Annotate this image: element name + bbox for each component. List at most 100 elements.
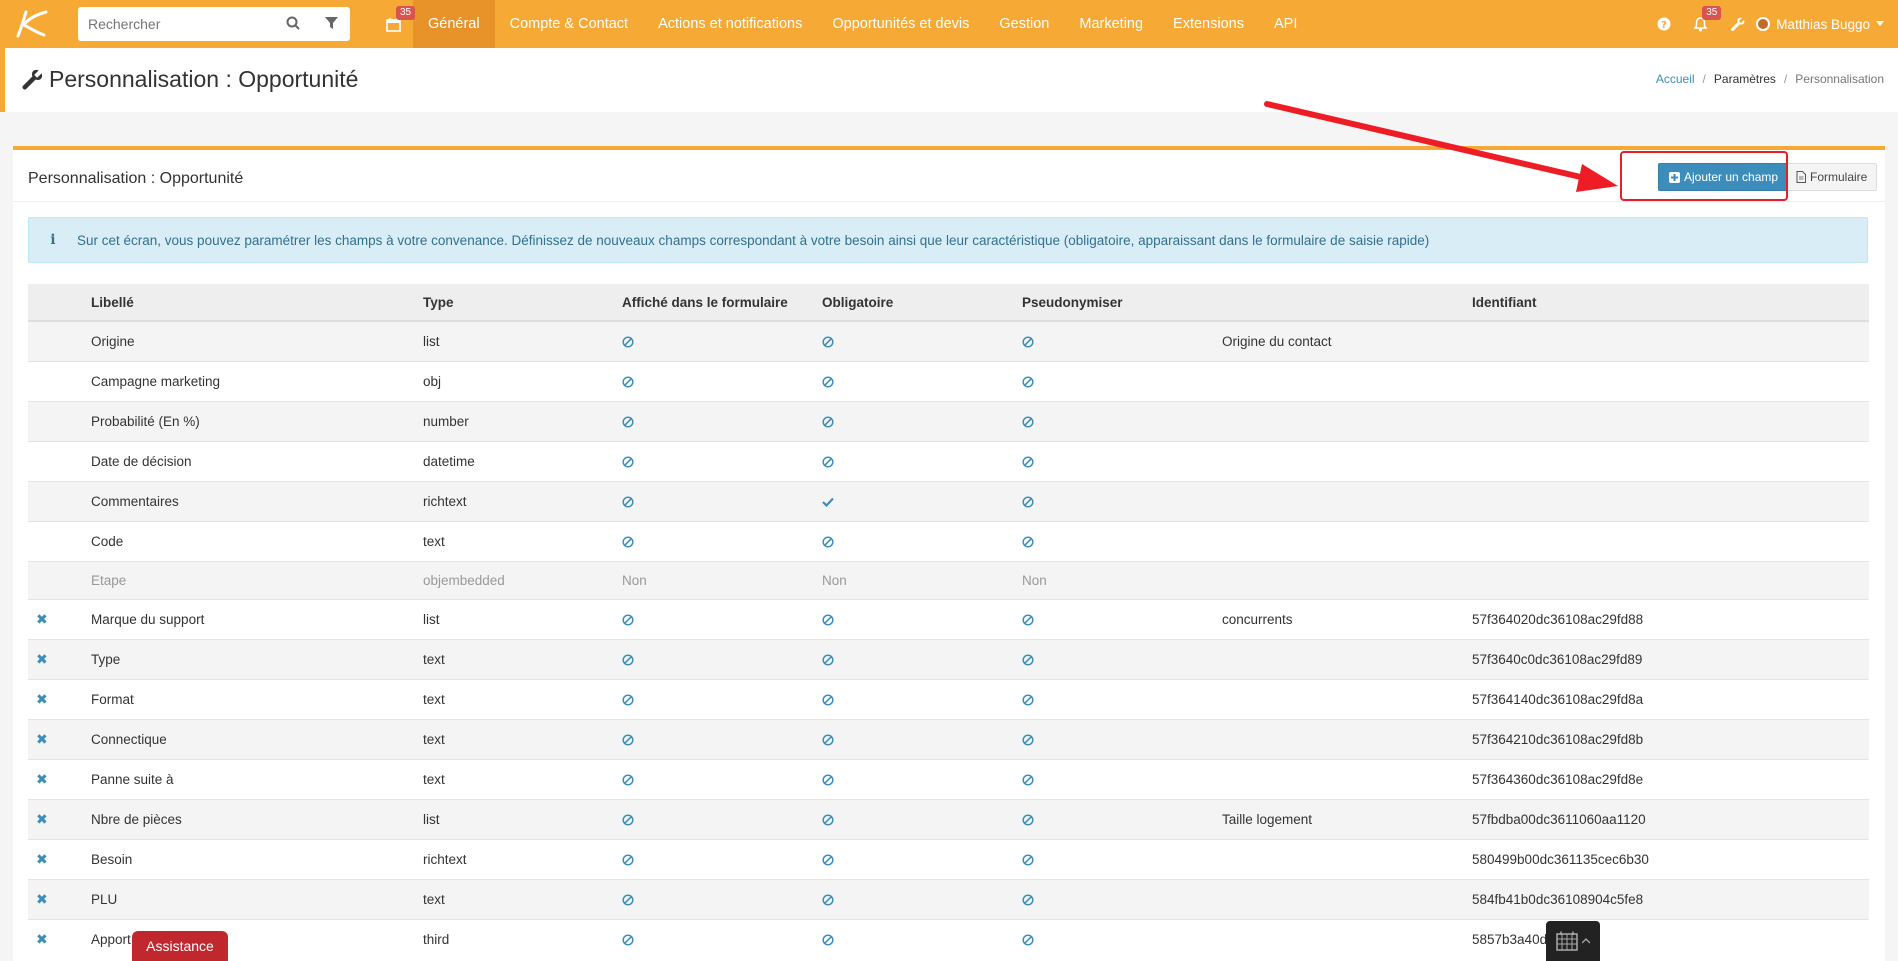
pseudo-flag[interactable] [1022,638,1222,679]
nav-gestion[interactable]: Gestion [984,0,1064,48]
required-flag[interactable] [822,598,1022,639]
form-flag[interactable] [622,480,822,521]
field-label[interactable]: Connectique [91,718,423,759]
field-label[interactable]: Marque du support [91,598,423,639]
delete-cell[interactable]: ✖ [28,638,91,679]
delete-icon[interactable]: ✖ [36,891,48,907]
form-flag[interactable] [622,878,822,919]
nav-actions-notifications[interactable]: Actions et notifications [643,0,817,48]
pseudo-flag[interactable] [1022,360,1222,401]
pseudo-flag[interactable] [1022,440,1222,481]
delete-icon[interactable]: ✖ [36,691,48,707]
nav-api[interactable]: API [1259,0,1312,48]
search-input[interactable] [88,16,278,32]
pseudo-flag[interactable] [1022,918,1222,959]
field-label[interactable]: Type [91,638,423,679]
required-flag[interactable] [822,758,1022,799]
required-flag[interactable] [822,838,1022,879]
form-flag[interactable] [622,320,822,361]
delete-cell [28,480,91,521]
required-flag[interactable] [822,918,1022,959]
search-icon[interactable] [286,16,300,33]
required-flag[interactable] [822,400,1022,441]
form-flag[interactable] [622,598,822,639]
calendar-button[interactable]: 35 [370,0,416,48]
table-row: Probabilité (En %) number [28,400,1869,441]
delete-cell[interactable]: ✖ [28,798,91,839]
pseudo-flag[interactable] [1022,838,1222,879]
field-label[interactable]: Format [91,678,423,719]
assistance-button[interactable]: Assistance [132,931,228,961]
help-button[interactable]: ? [1646,0,1682,48]
required-flag[interactable] [822,638,1022,679]
nav-marketing[interactable]: Marketing [1064,0,1158,48]
delete-icon[interactable]: ✖ [36,771,48,787]
delete-cell[interactable]: ✖ [28,878,91,919]
field-label[interactable]: PLU [91,878,423,919]
pseudo-flag[interactable] [1022,400,1222,441]
field-label[interactable]: Besoin [91,838,423,879]
user-menu[interactable]: Matthias Buggo [1756,17,1898,32]
field-label[interactable]: Nbre de pièces [91,798,423,839]
app-logo[interactable] [0,0,60,48]
pseudo-flag[interactable] [1022,758,1222,799]
pseudo-flag[interactable] [1022,678,1222,719]
required-flag[interactable] [822,320,1022,361]
floating-calendar-button[interactable] [1546,921,1600,961]
delete-cell[interactable]: ✖ [28,718,91,759]
form-flag[interactable] [622,638,822,679]
form-flag[interactable] [622,758,822,799]
delete-icon[interactable]: ✖ [36,931,48,947]
pseudo-flag[interactable] [1022,798,1222,839]
form-flag[interactable] [622,520,822,561]
pseudo-flag[interactable] [1022,520,1222,561]
required-flag[interactable] [822,440,1022,481]
ban-icon [1022,494,1034,509]
delete-cell[interactable]: ✖ [28,918,91,959]
nav-general[interactable]: Général [413,0,495,48]
form-flag[interactable] [622,400,822,441]
notifications-button[interactable]: 35 [1682,0,1722,48]
form-flag[interactable] [622,360,822,401]
pseudo-flag[interactable] [1022,480,1222,521]
breadcrumb-home[interactable]: Accueil [1656,72,1695,86]
form-flag[interactable] [622,678,822,719]
field-type: objembedded [423,560,622,599]
required-flag[interactable] [822,480,1022,521]
pseudo-flag[interactable] [1022,320,1222,361]
required-flag[interactable] [822,360,1022,401]
form-flag[interactable] [622,838,822,879]
pseudo-flag[interactable] [1022,878,1222,919]
nav-extensions[interactable]: Extensions [1158,0,1259,48]
form-button[interactable]: Formulaire [1786,163,1878,191]
breadcrumb-parametres[interactable]: Paramètres [1714,72,1776,86]
form-flag[interactable] [622,918,822,959]
delete-icon[interactable]: ✖ [36,611,48,627]
delete-cell[interactable]: ✖ [28,758,91,799]
required-flag[interactable] [822,678,1022,719]
settings-button[interactable] [1719,0,1756,48]
delete-icon[interactable]: ✖ [36,651,48,667]
form-flag[interactable] [622,718,822,759]
ban-icon [822,534,834,549]
nav-opportunites-devis[interactable]: Opportunités et devis [817,0,984,48]
delete-icon[interactable]: ✖ [36,811,48,827]
required-flag[interactable] [822,878,1022,919]
delete-icon[interactable]: ✖ [36,731,48,747]
required-flag[interactable] [822,718,1022,759]
required-flag[interactable] [822,798,1022,839]
nav-compte-contact[interactable]: Compte & Contact [495,0,643,48]
delete-cell[interactable]: ✖ [28,678,91,719]
pseudo-flag[interactable] [1022,598,1222,639]
delete-cell[interactable]: ✖ [28,838,91,879]
form-flag[interactable] [622,798,822,839]
filter-icon[interactable] [325,16,338,33]
field-label[interactable]: Panne suite à [91,758,423,799]
pseudo-flag[interactable] [1022,718,1222,759]
avatar [1756,17,1771,31]
required-flag[interactable] [822,520,1022,561]
form-flag[interactable] [622,440,822,481]
field-identifier [1472,480,1869,521]
delete-cell[interactable]: ✖ [28,598,91,639]
delete-icon[interactable]: ✖ [36,851,48,867]
